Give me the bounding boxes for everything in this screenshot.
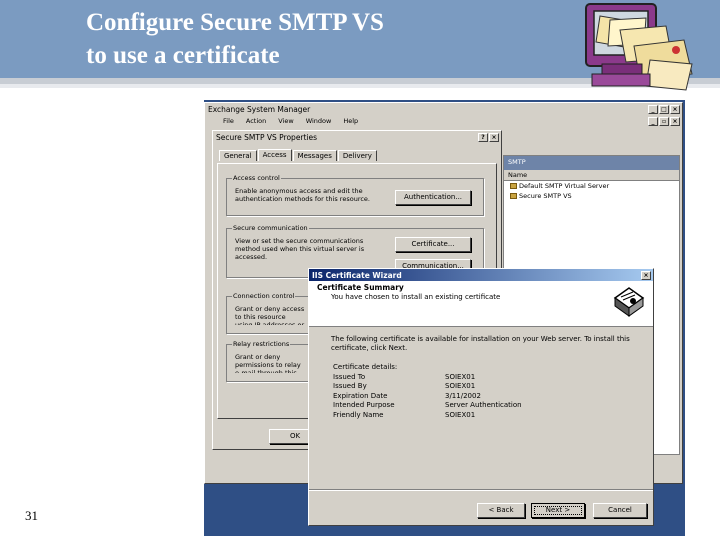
screenshot-area: Exchange System Manager _ □ × File Actio…	[204, 100, 685, 536]
cancel-button[interactable]: Cancel	[593, 503, 647, 518]
column-name-header[interactable]: Name	[504, 170, 679, 181]
wizard-separator	[309, 489, 653, 491]
virtual-server-icon	[510, 193, 517, 199]
tab-access[interactable]: Access	[257, 149, 292, 161]
minimize-button[interactable]: _	[648, 104, 658, 114]
menu-help[interactable]: Help	[343, 117, 358, 125]
close-button[interactable]: ×	[641, 270, 651, 280]
child-close-button[interactable]: ×	[670, 117, 680, 126]
certificate-button[interactable]: Certificate...	[395, 237, 471, 252]
tab-general[interactable]: General	[219, 150, 257, 161]
wizard-caption: IIS Certificate Wizard ×	[309, 269, 653, 281]
child-minimize-button[interactable]: _	[648, 117, 658, 126]
wizard-title: IIS Certificate Wizard	[312, 270, 402, 280]
close-button[interactable]: ×	[670, 104, 680, 114]
detail-row: Expiration Date 3/11/2002	[333, 391, 481, 400]
detail-row: Friendly Name SOIEX01	[333, 410, 476, 419]
maximize-button[interactable]: □	[659, 104, 669, 114]
slide-title: Configure Secure SMTP VS to use a certif…	[86, 9, 384, 69]
wizard-subheading: You have chosen to install an existing c…	[331, 293, 501, 301]
menu-action[interactable]: Action	[246, 117, 266, 125]
certificate-details: Certificate details: Issued To SOIEX01 I…	[333, 363, 522, 420]
virtual-server-icon	[510, 183, 517, 189]
detail-row: Issued By SOIEX01	[333, 382, 476, 390]
iis-certificate-wizard: IIS Certificate Wizard × Certificate Sum…	[308, 268, 654, 526]
list-item[interactable]: Secure SMTP VS	[504, 191, 679, 201]
wizard-header: Certificate Summary You have chosen to i…	[309, 281, 653, 327]
list-item[interactable]: Default SMTP Virtual Server	[504, 181, 679, 191]
close-button[interactable]: ×	[489, 132, 499, 142]
child-restore-button[interactable]: ▫	[659, 117, 669, 126]
menu-file[interactable]: File	[223, 117, 234, 125]
wizard-body-text: The following certificate is available f…	[331, 335, 630, 352]
esm-title: Exchange System Manager	[208, 104, 311, 114]
details-header: SMTP	[504, 156, 679, 170]
tab-messages[interactable]: Messages	[292, 150, 337, 161]
esm-menubar: File Action View Window Help	[205, 115, 682, 126]
slide-number: 31	[25, 508, 38, 523]
authentication-button[interactable]: Authentication...	[395, 190, 471, 205]
detail-row: Intended Purpose Server Authentication	[333, 401, 522, 409]
back-button[interactable]: < Back	[477, 503, 525, 518]
help-button[interactable]: ?	[478, 132, 488, 142]
menu-window[interactable]: Window	[306, 117, 332, 125]
next-button[interactable]: Next >	[531, 503, 585, 518]
properties-tabs: General Access Messages Delivery	[213, 149, 501, 161]
properties-title: Secure SMTP VS Properties	[216, 132, 318, 142]
menu-view[interactable]: View	[278, 117, 293, 125]
tab-delivery[interactable]: Delivery	[337, 150, 377, 161]
wizard-heading: Certificate Summary	[317, 283, 404, 292]
access-control-group: Access control Enable anonymous access a…	[226, 174, 484, 216]
properties-caption: Secure SMTP VS Properties ? ×	[213, 131, 501, 143]
certificate-icon	[613, 287, 645, 317]
mail-computer-clipart-icon	[585, 3, 693, 91]
esm-child-controls: _ ▫ ×	[648, 117, 680, 126]
details-label: Certificate details:	[333, 363, 398, 371]
esm-caption: Exchange System Manager _ □ ×	[205, 103, 682, 115]
detail-row: Issued To SOIEX01	[333, 372, 476, 381]
